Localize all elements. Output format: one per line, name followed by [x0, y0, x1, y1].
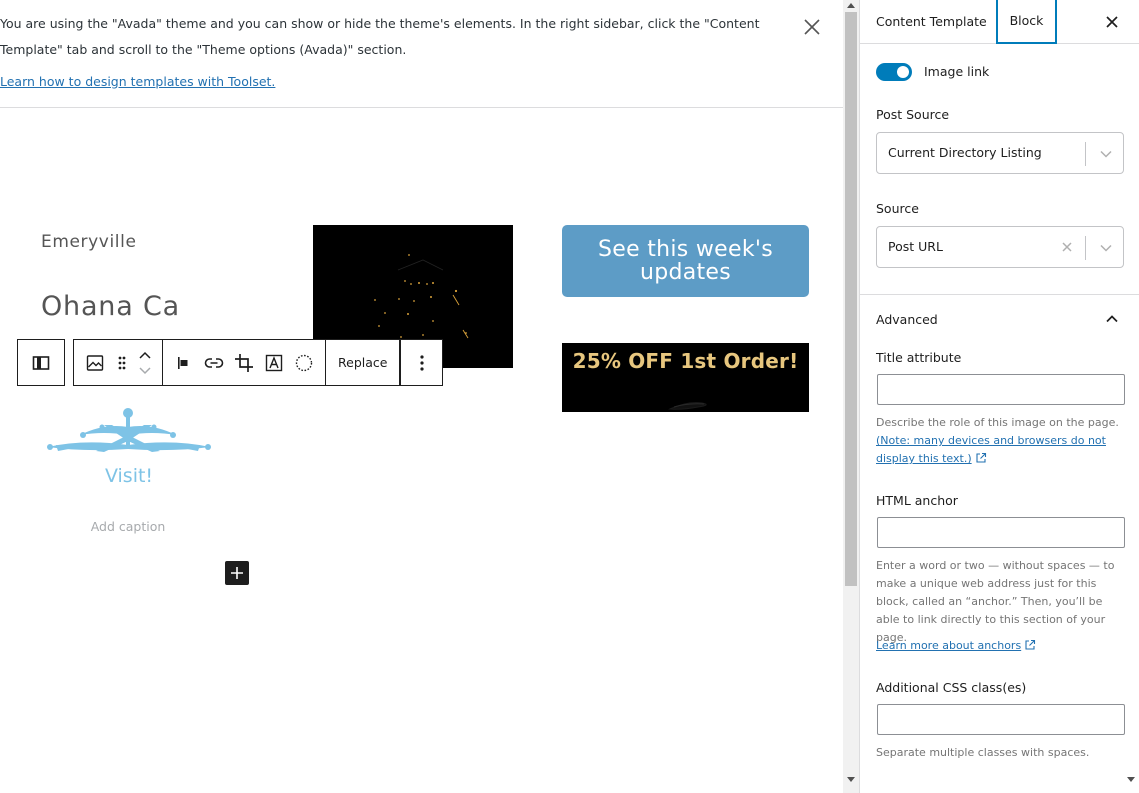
text-overlay-icon — [265, 354, 283, 371]
css-classes-input[interactable] — [877, 704, 1125, 735]
close-icon — [804, 19, 820, 35]
tab-content-template[interactable]: Content Template — [876, 0, 987, 44]
title-attribute-help-text: Describe the role of this image on the p… — [876, 416, 1119, 429]
close-sidebar-button[interactable] — [1102, 12, 1122, 32]
move-down-icon[interactable] — [138, 366, 152, 376]
block-tools-group: Replace — [73, 339, 401, 386]
promo-banner[interactable]: 25% OFF 1st Order! — [562, 343, 809, 412]
advanced-panel-title: Advanced — [876, 312, 938, 327]
advanced-panel-toggle[interactable]: Advanced — [860, 295, 1139, 343]
duotone-icon — [295, 354, 313, 371]
select-separator — [1085, 236, 1086, 260]
block-toolbar: Replace — [17, 339, 444, 386]
html-anchor-label: HTML anchor — [876, 493, 958, 508]
chevron-down-icon — [1100, 150, 1112, 158]
more-vertical-icon — [420, 354, 424, 371]
notice-text: You are using the "Avada" theme and you … — [0, 16, 760, 57]
learn-more-anchors-link[interactable]: Learn more about anchors — [876, 639, 1021, 652]
image-icon — [86, 354, 104, 371]
html-anchor-help: Enter a word or two — without spaces — t… — [876, 559, 1115, 644]
source-select[interactable]: Post URL — [876, 226, 1124, 268]
source-label: Source — [876, 201, 919, 216]
external-link-icon — [1025, 639, 1036, 650]
image-link-toggle[interactable] — [876, 63, 912, 81]
columns-icon — [32, 355, 50, 370]
title-attribute-help: Describe the role of this image on the p… — [876, 414, 1126, 468]
brush-stroke-decoration — [668, 402, 707, 410]
selected-image-block[interactable]: Visit! — [44, 405, 214, 495]
align-button[interactable] — [169, 345, 199, 381]
image-link-label: Image link — [924, 64, 990, 79]
logo-text: Visit! — [105, 465, 153, 487]
chevron-up-icon — [1106, 315, 1118, 323]
notice-close-button[interactable] — [800, 15, 824, 39]
duotone-button[interactable] — [289, 345, 319, 381]
image-caption-placeholder[interactable]: Add caption — [47, 519, 209, 534]
title-attribute-help-link[interactable]: (Note: many devices and browsers do not … — [876, 434, 1106, 465]
title-attribute-label: Title attribute — [876, 350, 962, 365]
crop-button[interactable] — [229, 345, 259, 381]
chevron-down-icon — [1100, 244, 1112, 252]
css-classes-label: Additional CSS class(es) — [876, 680, 1027, 695]
link-icon — [204, 357, 224, 368]
html-anchor-help-link-row: Learn more about anchors — [876, 637, 1126, 655]
restaurant-name: Ohana Ca — [41, 291, 180, 322]
weekly-updates-button[interactable]: See this week's updates — [562, 225, 809, 297]
css-classes-help: Separate multiple classes with spaces. — [876, 746, 1090, 759]
settings-sidebar: Content Template Block Image link Post S… — [859, 0, 1139, 793]
drag-handle[interactable] — [110, 345, 134, 381]
block-inserter-button[interactable] — [225, 561, 249, 585]
source-value: Post URL — [888, 239, 943, 254]
block-type-button[interactable] — [80, 345, 110, 381]
location-text: Emeryville — [41, 232, 137, 252]
scroll-up-arrow-icon[interactable] — [847, 3, 855, 8]
select-parent-block-button[interactable] — [17, 339, 65, 386]
more-options-button[interactable] — [400, 339, 444, 386]
drag-handle-icon — [118, 356, 126, 369]
post-source-label: Post Source — [876, 107, 950, 122]
align-left-icon — [178, 356, 188, 369]
notice-link[interactable]: Learn how to design templates with Tools… — [0, 72, 275, 92]
post-source-select[interactable]: Current Directory Listing — [876, 132, 1124, 174]
replace-segment: Replace — [326, 340, 401, 385]
toggle-knob — [897, 66, 909, 78]
post-source-value: Current Directory Listing — [888, 145, 1042, 160]
sidebar-scroll-down-arrow-icon[interactable] — [1127, 777, 1135, 782]
external-link-icon — [976, 452, 986, 463]
replace-button[interactable]: Replace — [326, 345, 399, 381]
theme-notice: You are using the "Avada" theme and you … — [0, 0, 843, 108]
clear-icon[interactable] — [1060, 240, 1074, 254]
block-switcher-segment — [74, 340, 163, 385]
scroll-down-arrow-icon[interactable] — [847, 777, 855, 782]
ship-wheel-logo: Visit! — [47, 408, 211, 487]
sidebar-tabs: Content Template Block — [860, 0, 1139, 44]
editor-canvas: You are using the "Avada" theme and you … — [0, 0, 843, 793]
text-overlay-button[interactable] — [259, 345, 289, 381]
html-anchor-input[interactable] — [877, 517, 1125, 548]
block-mover — [134, 340, 156, 385]
plus-icon — [231, 567, 243, 579]
select-separator — [1085, 142, 1086, 166]
block-controls-segment — [163, 340, 326, 385]
move-up-icon[interactable] — [138, 350, 152, 360]
close-icon — [1106, 16, 1118, 28]
title-attribute-input[interactable] — [877, 374, 1125, 405]
crop-icon — [235, 353, 253, 372]
canvas-scrollbar[interactable] — [843, 0, 859, 793]
link-button[interactable] — [199, 345, 229, 381]
tab-block[interactable]: Block — [996, 0, 1057, 44]
canvas-scrollbar-thumb[interactable] — [845, 12, 857, 586]
